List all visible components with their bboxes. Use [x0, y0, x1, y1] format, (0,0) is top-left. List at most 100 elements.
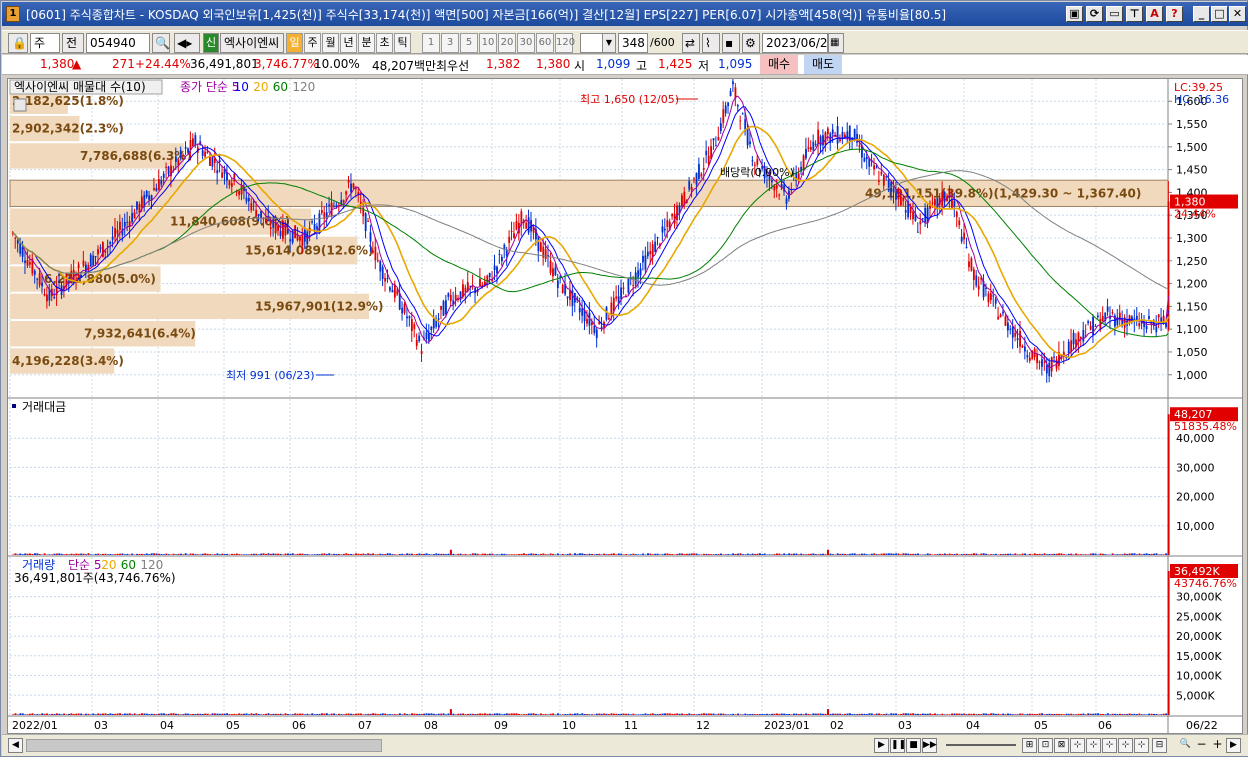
- zoom-slider[interactable]: [946, 744, 1016, 746]
- period-6[interactable]: 틱: [394, 33, 411, 53]
- candle-body: [272, 219, 275, 228]
- amount-bar: [131, 553, 134, 555]
- speaker-icon[interactable]: ◀▸: [174, 33, 200, 53]
- gear-icon[interactable]: ⚙: [742, 33, 760, 53]
- interval-1[interactable]: 1: [422, 33, 440, 53]
- period-1[interactable]: 주: [304, 33, 321, 53]
- buy-button[interactable]: 매수: [760, 55, 798, 74]
- market-select[interactable]: 주: [30, 33, 60, 53]
- scrollbar-track[interactable]: [26, 739, 382, 752]
- volume-bar: [206, 713, 209, 715]
- font-icon[interactable]: A: [1146, 6, 1163, 22]
- candle-body: [301, 235, 304, 246]
- volume-bar: [496, 713, 499, 715]
- interval-120[interactable]: 120: [555, 33, 575, 53]
- tool-icon-2[interactable]: ⊡: [1038, 738, 1053, 753]
- scroll-right-icon[interactable]: ▶: [1226, 738, 1241, 753]
- calendar-icon[interactable]: ▦: [828, 33, 844, 53]
- save-icon[interactable]: ▪: [722, 33, 740, 53]
- range-button[interactable]: 전: [62, 33, 84, 53]
- candle-body: [921, 218, 924, 220]
- candle-body: [204, 151, 207, 157]
- stop-icon[interactable]: ■: [906, 738, 921, 753]
- date-input[interactable]: 2023/06/22: [762, 33, 828, 53]
- volume-bar: [77, 713, 80, 715]
- minimize-button[interactable]: _: [1193, 6, 1210, 22]
- refresh-icon[interactable]: ⟳: [1086, 6, 1103, 22]
- fast-forward-icon[interactable]: ▶▶: [922, 738, 937, 753]
- pin-icon[interactable]: ⊤: [1126, 6, 1143, 22]
- help-icon[interactable]: ?: [1166, 6, 1183, 22]
- volume-bar: [296, 713, 299, 715]
- candle-body: [934, 199, 936, 206]
- interval-20[interactable]: 20: [498, 33, 516, 53]
- interval-5[interactable]: 5: [460, 33, 478, 53]
- period-0[interactable]: 일: [286, 33, 303, 53]
- volume-bar: [1128, 713, 1131, 715]
- y-tick-label: 10,000K: [1176, 670, 1222, 683]
- amount-bar: [722, 554, 725, 555]
- amount-bar: [43, 553, 46, 555]
- screen-icon[interactable]: ▭: [1106, 6, 1123, 22]
- scroll-left-icon[interactable]: ◀: [8, 738, 23, 753]
- maximize-button[interactable]: □: [1211, 6, 1228, 22]
- interval-3[interactable]: 3: [441, 33, 459, 53]
- play-icon[interactable]: ▶: [874, 738, 889, 753]
- amount-bar: [941, 554, 944, 555]
- chevron-down-icon[interactable]: ▼: [602, 33, 616, 53]
- volume-bar: [970, 713, 973, 715]
- search-icon[interactable]: 🔍: [152, 33, 170, 53]
- pause-icon[interactable]: ❚❚: [890, 738, 906, 753]
- tool-icon-6[interactable]: ⊹: [1102, 738, 1117, 753]
- candle-body: [663, 228, 666, 231]
- lock-icon[interactable]: 🔒: [8, 33, 28, 53]
- volume-bar: [12, 714, 15, 715]
- interval-30[interactable]: 30: [517, 33, 535, 53]
- volume-bar: [235, 714, 238, 715]
- amount-bar: [449, 549, 452, 555]
- volume-bar: [980, 714, 983, 715]
- tool-icon-1[interactable]: ⊞: [1022, 738, 1037, 753]
- chart-svg[interactable]: 1,6001,5501,5001,4501,4001,3501,3001,250…: [8, 74, 1242, 733]
- interval-60[interactable]: 60: [536, 33, 554, 53]
- amount-bar: [323, 553, 326, 555]
- period-4[interactable]: 분: [358, 33, 375, 53]
- chart-area[interactable]: 1,600 1,550 1,500 1,450 1,400 1,350 1,300 1,250…: [7, 74, 1243, 734]
- tool-icon-3[interactable]: ⊠: [1054, 738, 1069, 753]
- period-5[interactable]: 초: [376, 33, 393, 53]
- amount-bar: [510, 554, 513, 555]
- volume-bar: [508, 713, 511, 715]
- tool-icon-7[interactable]: ⊹: [1118, 738, 1133, 753]
- volume-bar: [705, 713, 708, 715]
- candle-body: [916, 231, 919, 233]
- amount-bar: [539, 553, 542, 555]
- amount-bar: [1014, 553, 1017, 555]
- link-icon[interactable]: ▣: [1066, 6, 1083, 22]
- candle-body: [160, 179, 163, 185]
- plus-icon[interactable]: +: [1210, 738, 1225, 753]
- volume-bar: [824, 713, 827, 715]
- interval-10[interactable]: 10: [479, 33, 497, 53]
- volume-bar: [230, 714, 233, 715]
- chart-icon[interactable]: ⌇: [702, 33, 720, 53]
- close-button[interactable]: ✕: [1229, 6, 1246, 22]
- arrows-icon[interactable]: ⇄: [682, 33, 700, 53]
- tool-icon-4[interactable]: ⊹: [1070, 738, 1085, 753]
- code-input[interactable]: 054940: [86, 33, 150, 53]
- volume-bar: [953, 713, 956, 715]
- tool-icon-9[interactable]: ⊟: [1152, 738, 1167, 753]
- volume-bar: [196, 713, 199, 715]
- minus-icon[interactable]: −: [1194, 738, 1209, 753]
- sell-button[interactable]: 매도: [804, 55, 842, 74]
- tool-icon-8[interactable]: ⊹: [1134, 738, 1149, 753]
- volume-bar: [941, 713, 944, 715]
- tool-icon-5[interactable]: ⊹: [1086, 738, 1101, 753]
- amount-bar: [802, 554, 805, 555]
- amount-bar: [744, 554, 747, 555]
- volume-bar: [330, 713, 333, 715]
- period-2[interactable]: 월: [322, 33, 339, 53]
- period-3[interactable]: 년: [340, 33, 357, 53]
- search-icon[interactable]: 🔍: [1178, 738, 1193, 753]
- volume-bar: [313, 714, 316, 715]
- count-input[interactable]: 348: [618, 33, 648, 53]
